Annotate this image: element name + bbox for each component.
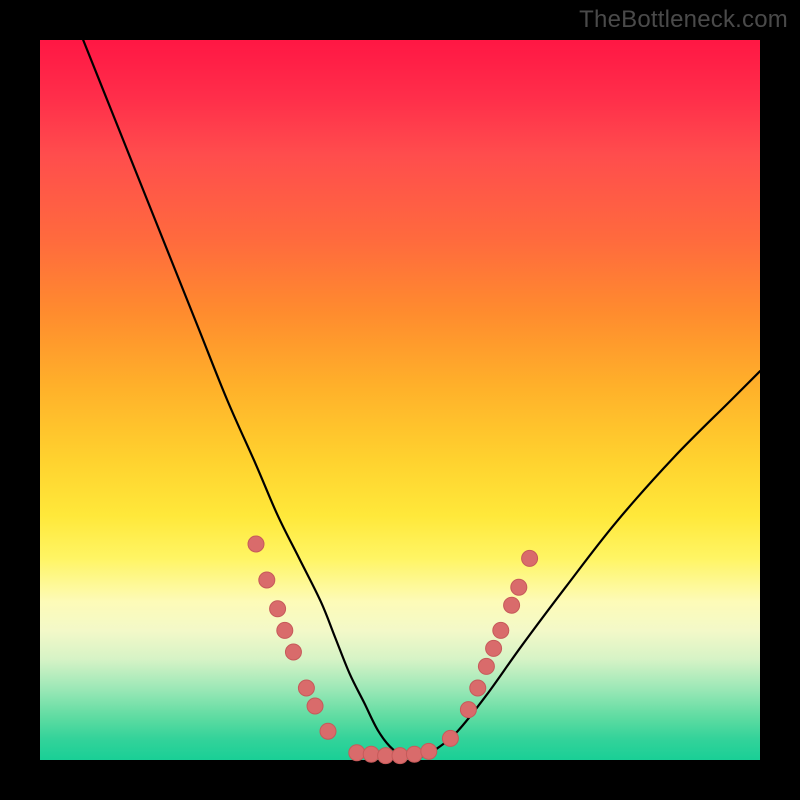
- marker-dot: [504, 597, 520, 613]
- marker-dot: [478, 658, 494, 674]
- chart-frame: TheBottleneck.com: [0, 0, 800, 800]
- plot-area: [40, 40, 760, 760]
- chart-svg: [40, 40, 760, 760]
- marker-dot: [406, 746, 422, 762]
- marker-dot: [363, 746, 379, 762]
- marker-dot: [493, 622, 509, 638]
- marker-dot: [307, 698, 323, 714]
- marker-dot: [277, 622, 293, 638]
- marker-dot: [270, 601, 286, 617]
- marker-dots-group: [248, 536, 538, 764]
- marker-dot: [392, 748, 408, 764]
- bottleneck-curve: [83, 40, 760, 757]
- marker-dot: [259, 572, 275, 588]
- marker-dot: [320, 723, 336, 739]
- marker-dot: [460, 702, 476, 718]
- marker-dot: [248, 536, 264, 552]
- marker-dot: [442, 730, 458, 746]
- marker-dot: [470, 680, 486, 696]
- marker-dot: [421, 743, 437, 759]
- marker-dot: [298, 680, 314, 696]
- marker-dot: [285, 644, 301, 660]
- marker-dot: [486, 640, 502, 656]
- marker-dot: [511, 579, 527, 595]
- marker-dot: [349, 745, 365, 761]
- marker-dot: [522, 550, 538, 566]
- watermark-text: TheBottleneck.com: [579, 6, 788, 34]
- marker-dot: [378, 748, 394, 764]
